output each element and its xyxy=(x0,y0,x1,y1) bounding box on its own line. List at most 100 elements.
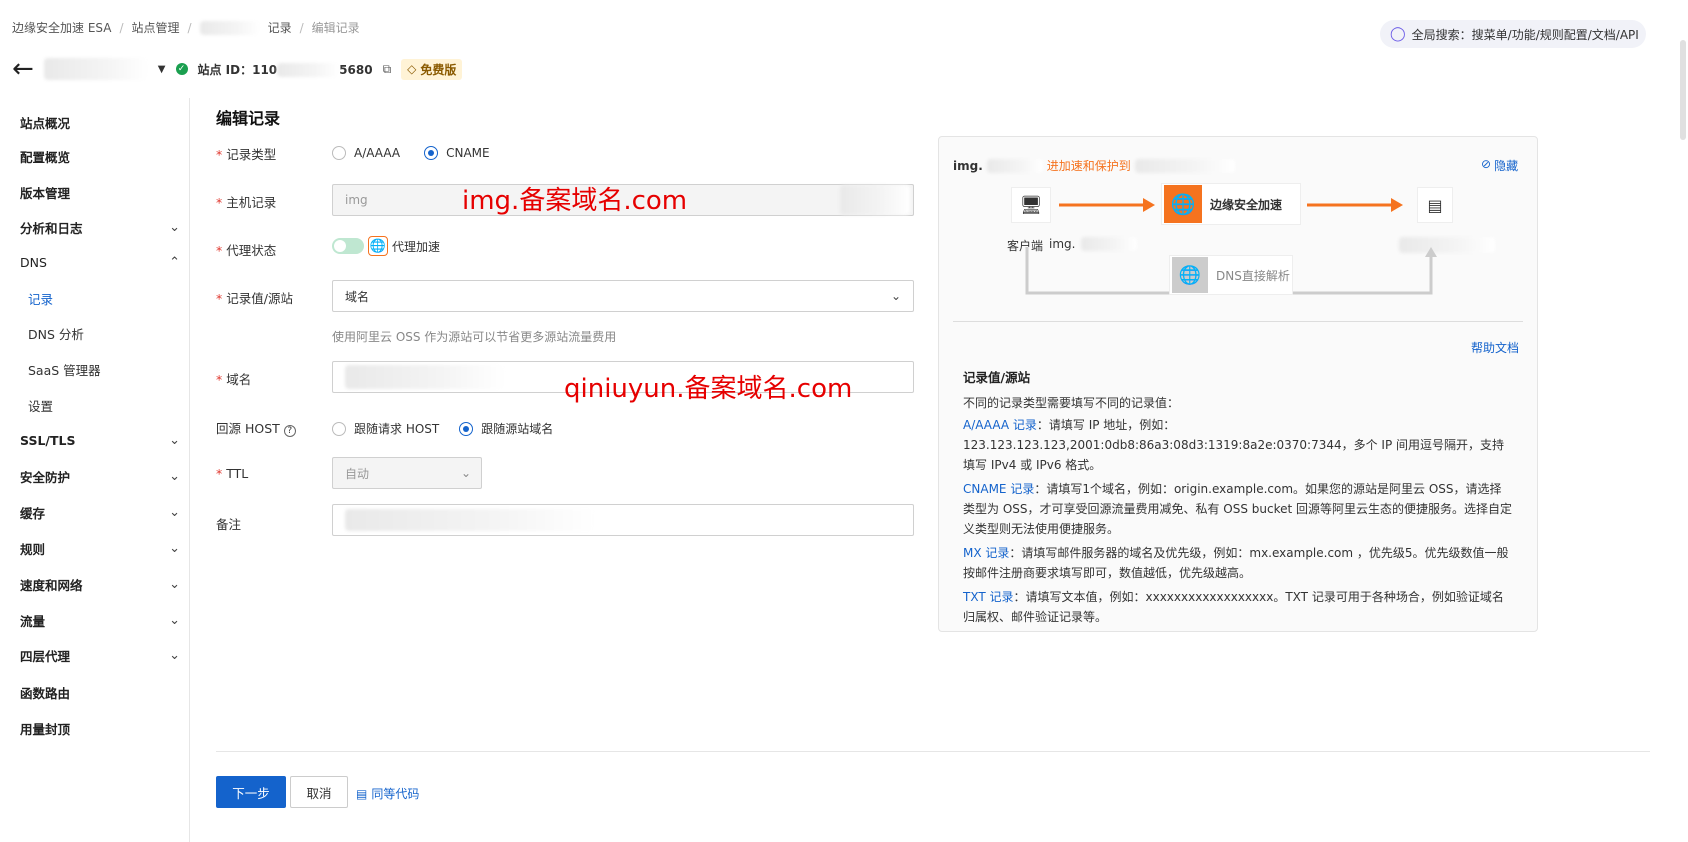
radio-follow-request-host[interactable]: 跟随请求 HOST xyxy=(332,420,439,437)
site-selector[interactable] xyxy=(43,58,148,80)
hide-link[interactable]: ⊘ 隐藏 xyxy=(1481,157,1518,174)
sidebar-item-label: 分析和日志 xyxy=(20,220,83,236)
site-id-suffix: 5680 xyxy=(339,62,373,77)
chevron-down-icon: ⌄ xyxy=(890,289,901,303)
proxy-toggle[interactable] xyxy=(332,238,364,254)
scrollbar[interactable] xyxy=(1680,40,1686,140)
sidebar-item-label: SSL/TLS xyxy=(20,432,76,448)
panel-mx-title: MX 记录 xyxy=(963,546,1010,560)
record-value-select[interactable]: 域名 ⌄ xyxy=(332,280,914,312)
sidebar-item-l4proxy[interactable]: 四层代理 ⌄ xyxy=(20,641,180,669)
radio-a-aaaa[interactable]: A/AAAA xyxy=(332,146,400,160)
radio-follow-origin-label: 跟随源站域名 xyxy=(481,422,554,436)
sidebar-item-label: 记录 xyxy=(28,291,54,307)
breadcrumb-root[interactable]: 边缘安全加速 ESA xyxy=(12,19,111,36)
sidebar-item-label: 流量 xyxy=(20,613,46,629)
plan-label: 免费版 xyxy=(420,62,457,77)
equivalent-code-link[interactable]: ▤ 同等代码 xyxy=(356,785,419,802)
sidebar-item-versions[interactable]: 版本管理 xyxy=(20,178,180,206)
help-doc-link[interactable]: 帮助文档 xyxy=(1471,339,1519,356)
esa-node: 🌐 边缘安全加速 xyxy=(1161,183,1301,225)
panel-intro: 不同的记录类型需要填写不同的记录值： xyxy=(963,396,1180,410)
site-id-prefix: 110 xyxy=(252,62,278,77)
sidebar-item-records[interactable]: 记录 xyxy=(28,284,188,312)
breadcrumb-site-name[interactable] xyxy=(199,20,260,35)
domain-value-masked xyxy=(345,365,505,389)
proxy-status-value: 代理加速 xyxy=(392,239,441,254)
global-search[interactable]: ◯ 全局搜索：搜菜单/功能/规则配置/文档/API xyxy=(1380,20,1646,48)
proxy-status-control: 🌐 代理加速 xyxy=(332,236,440,256)
dns-direct-label: DNS直接解析 xyxy=(1216,268,1290,283)
radio-dot[interactable] xyxy=(459,421,474,436)
breadcrumb: 边缘安全加速 ESA / 站点管理 / 记录 / 编辑记录 xyxy=(12,19,360,36)
sidebar-item-speed[interactable]: 速度和网络 ⌄ xyxy=(20,570,180,598)
sidebar-item-label: 用量封顶 xyxy=(20,721,71,737)
chevron-down-icon: ⌄ xyxy=(460,466,471,480)
monitor-icon: 🖥 xyxy=(1011,187,1051,223)
sidebar-item-ssl[interactable]: SSL/TLS ⌄ xyxy=(20,426,180,454)
chevron-down-icon[interactable]: ▼ xyxy=(158,64,166,75)
plan-badge[interactable]: ◇ 免费版 xyxy=(401,58,463,80)
globe-icon: 🌐 xyxy=(1172,257,1208,293)
sidebar-item-dns-analytics[interactable]: DNS 分析 xyxy=(28,319,188,347)
panel-txt-title: TXT 记录 xyxy=(963,590,1014,604)
globe-icon: 🌐 xyxy=(368,236,388,256)
breadcrumb-current: 编辑记录 xyxy=(311,21,360,35)
ttl-label-text: TTL xyxy=(226,466,249,481)
panel-mx-text: ：请填写邮件服务器的域名及优先级，例如：mx.example.com ，优先级5… xyxy=(963,546,1509,580)
sidebar-item-label: 函数路由 xyxy=(20,685,71,701)
domain-label-text: 域名 xyxy=(226,372,252,387)
chevron-down-icon: ⌄ xyxy=(169,432,180,448)
ttl-select[interactable]: 自动 ⌄ xyxy=(332,457,482,489)
breadcrumb-records[interactable]: 记录 xyxy=(268,19,292,36)
radio-follow-origin-domain[interactable]: 跟随源站域名 xyxy=(459,420,553,437)
radio-follow-request-label: 跟随请求 HOST xyxy=(354,422,440,436)
site-header: ← ▼ ✓ 站点 ID：110 5680 ⧉ ◇ 免费版 xyxy=(12,56,463,82)
sidebar-item-overview[interactable]: 站点概况 xyxy=(20,108,180,136)
esa-label: 边缘安全加速 xyxy=(1210,197,1283,212)
sidebar-item-label: 缓存 xyxy=(20,505,46,521)
sidebar-item-settings[interactable]: 设置 xyxy=(28,391,188,419)
sidebar-item-analytics[interactable]: 分析和日志 ⌄ xyxy=(20,213,180,241)
sidebar-item-config[interactable]: 配置概览 xyxy=(20,142,180,170)
help-icon[interactable]: ? xyxy=(283,425,296,437)
host-record-value: img xyxy=(345,193,368,207)
proxy-status-label: * 代理状态 xyxy=(216,243,277,258)
panel-cname-record: CNAME 记录：请填写1个域名，例如：origin.example.com。如… xyxy=(963,479,1513,539)
sidebar-item-label: 安全防护 xyxy=(20,469,71,485)
radio-dot[interactable] xyxy=(424,146,439,160)
record-value-label-text: 记录值/源站 xyxy=(226,291,293,306)
sidebar-item-label: 规则 xyxy=(20,541,46,557)
global-search-label: 全局搜索：搜菜单/功能/规则配置/文档/API xyxy=(1411,27,1639,42)
ttl-value: 自动 xyxy=(345,466,370,481)
copy-icon[interactable]: ⧉ xyxy=(383,62,392,77)
panel-txt-record: TXT 记录：请填写文本值，例如：xxxxxxxxxxxxxxxxxx。TXT … xyxy=(963,587,1513,627)
watermark-text: img.备案域名.com xyxy=(462,186,688,216)
next-button[interactable]: 下一步 xyxy=(216,776,286,808)
sidebar-item-label: 站点概况 xyxy=(20,115,71,131)
record-type-group: A/AAAA CNAME xyxy=(332,146,490,160)
sidebar-item-label: 配置概览 xyxy=(20,149,71,165)
sidebar-item-saas[interactable]: SaaS 管理器 xyxy=(28,355,188,383)
sidebar-item-usage-cap[interactable]: 用量封顶 xyxy=(20,714,180,742)
radio-cname[interactable]: CNAME xyxy=(424,146,490,160)
globe-icon: 🌐 xyxy=(1164,185,1202,223)
sidebar-item-dns[interactable]: DNS ⌃ xyxy=(20,248,180,276)
host-record-suffix-masked xyxy=(840,185,910,215)
chevron-up-icon: ⌃ xyxy=(169,254,180,270)
panel-a-title: A/AAAA 记录 xyxy=(963,418,1037,432)
check-icon: ✓ xyxy=(175,63,188,75)
sidebar-item-functions[interactable]: 函数路由 xyxy=(20,678,180,706)
sidebar-item-cache[interactable]: 缓存 ⌄ xyxy=(20,498,180,526)
remark-input[interactable] xyxy=(332,504,914,536)
remark-label-text: 备注 xyxy=(216,517,242,532)
radio-dot[interactable] xyxy=(332,146,346,160)
radio-dot[interactable] xyxy=(332,421,346,436)
sidebar-item-rules[interactable]: 规则 ⌄ xyxy=(20,534,180,562)
sidebar-item-security[interactable]: 安全防护 ⌄ xyxy=(20,462,180,490)
breadcrumb-sites[interactable]: 站点管理 xyxy=(132,19,180,36)
sidebar-item-traffic[interactable]: 流量 ⌄ xyxy=(20,606,180,634)
cancel-button[interactable]: 取消 xyxy=(290,776,348,808)
info-panel: img. 进加速和保护到 ⊘ 隐藏 🖥 客户端 img. 🌐 边缘安全加速 ▤ … xyxy=(938,136,1538,632)
back-arrow-icon[interactable]: ← xyxy=(12,56,34,82)
